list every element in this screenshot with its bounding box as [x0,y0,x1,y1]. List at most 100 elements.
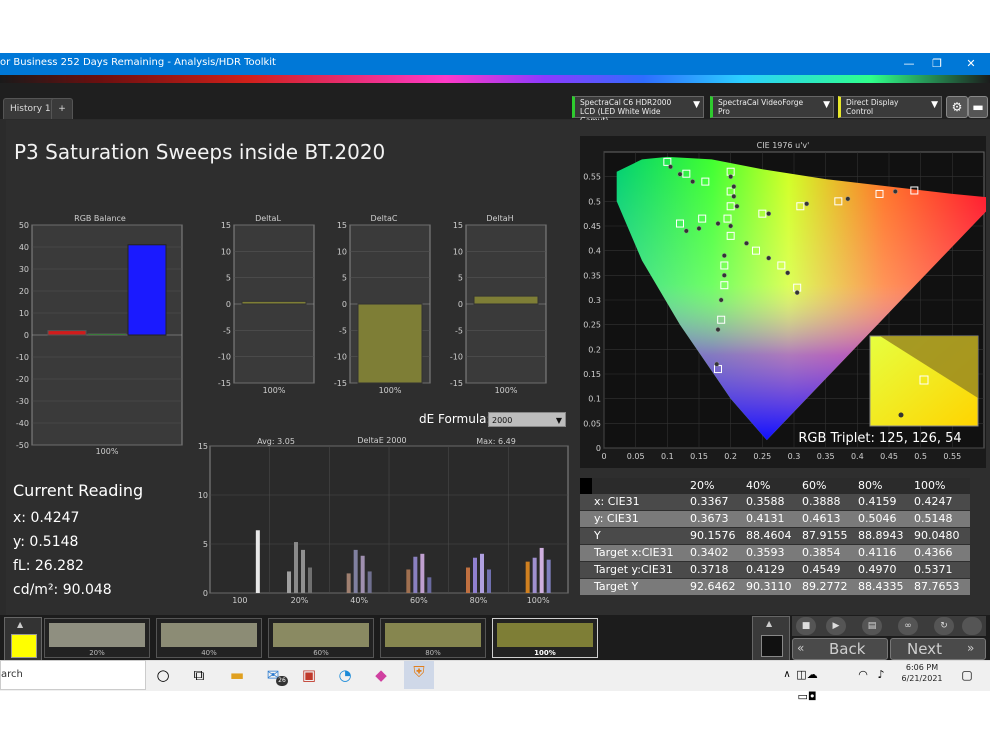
chevron-down-icon: ▼ [823,100,830,110]
y-tick-label: -15 [450,379,463,388]
security-shield-icon[interactable]: ⛨ [404,661,434,689]
chevron-up-icon: ▲ [17,620,24,629]
patch-swatch[interactable]: 20% [44,618,150,658]
x-tick-label: 0.15 [690,452,708,461]
tray-chevron-up-icon[interactable]: ∧ [776,664,798,686]
cie-diagram: CIE 1976 u'v' RGB Triplet: 125, 126, 54 … [580,136,986,468]
table-cell: 88.4604 [746,529,792,542]
y-tick-label: 0.3 [588,296,601,305]
deltae-bar [525,561,530,593]
deltae-bar [308,567,312,593]
deltae-bar [301,549,305,593]
green-bar [87,333,127,336]
y-tick-label: 5 [226,274,231,283]
patch-swatch[interactable]: 80% [380,618,486,658]
tab-history-1[interactable]: History 1 [3,98,58,119]
y-tick-label: 50 [19,221,29,230]
calman-icon[interactable]: ◆ [370,664,392,686]
patch-label: 60% [313,649,329,657]
deltae-bar [294,542,298,593]
deltal-chart: DeltaL 15 10 5 0 -5 -10 -15 100% [218,214,315,395]
loop-icon[interactable]: ∞ [898,617,918,635]
table-cell: 0.4159 [858,495,897,508]
y-tick-label: -50 [16,441,29,450]
measured-point [804,201,810,207]
notifications-icon[interactable]: ▢ [956,664,978,686]
reading-fl: fL: 26.282 [13,558,84,574]
measured-point [892,189,898,194]
back-label: Back [829,640,866,658]
cortana-icon[interactable]: ○ [152,664,174,686]
x-tick-label: 0.1 [661,452,674,461]
table-cell: 0.4131 [746,512,785,525]
row-label: Y [594,529,601,542]
record-icon[interactable] [962,617,982,635]
table-cell: 0.4366 [914,546,953,559]
edge-icon[interactable]: ◔ [334,664,356,686]
chevron-down-icon: ▼ [931,100,938,110]
y-tick-label: 5 [342,274,347,283]
patch-swatch[interactable]: 60% [268,618,374,658]
y-tick-label: 0.45 [583,222,601,231]
stop-icon[interactable]: ■ [796,617,816,635]
table-corner [580,478,592,494]
deltae-bar [413,556,418,593]
x-tick-label: 60% [410,596,428,605]
red-bar [47,330,87,336]
file-explorer-icon[interactable]: ▬ [226,664,248,686]
generator-dropdown[interactable]: SpectraCal VideoForge Pro ▼ [710,96,834,118]
table-cell: 87.9155 [802,529,848,542]
table-cell: 0.3718 [690,563,729,576]
x-tick-label: 0.05 [627,452,645,461]
save-icon[interactable]: ▤ [862,617,882,635]
de-formula-select[interactable]: 2000 ▼ [488,412,566,427]
settings-button[interactable]: ⚙ [946,96,968,118]
display-dropdown[interactable]: Direct Display Control ▼ [838,96,942,118]
measured-point [785,270,791,276]
measured-point [734,203,740,209]
deltae-bar [539,547,544,593]
y-tick-label: 0 [226,300,231,309]
patch-swatch[interactable]: 100% [492,618,598,658]
x-tick-label: 0 [601,452,606,461]
taskbar-clock[interactable]: 6:06 PM 6/21/2021 [892,662,952,684]
table-cell: 87.7653 [914,580,960,593]
patch-label: 100% [534,649,556,657]
meter-dropdown[interactable]: SpectraCal C6 HDR2000 LCD (LED White Wid… [572,96,704,125]
task-view-icon[interactable]: ⧉ [188,664,210,686]
stop-panel[interactable]: ▲ [752,616,790,662]
refresh-icon[interactable]: ↻ [934,617,954,635]
table-cell: 0.3402 [690,546,729,559]
table-cell: 88.4335 [858,580,904,593]
y-tick-label: -10 [334,353,347,362]
minimize-button[interactable]: — [896,55,922,73]
double-chevron-right-icon: » [967,641,975,655]
x-tick-label: 0.2 [724,452,737,461]
measured-point [721,272,727,278]
close-button[interactable]: ✕ [958,55,984,73]
patch-swatch[interactable]: 40% [156,618,262,658]
y-tick-label: -30 [16,397,29,406]
store-icon[interactable]: ▣ [298,664,320,686]
add-tab-button[interactable]: + [51,98,73,119]
measured-point [715,221,721,226]
x-tick-label: 100 [232,596,247,605]
volume-icon[interactable]: ♪ [870,664,892,686]
deltah-xlabel: 100% [495,386,518,395]
y-tick-label: -5 [223,326,231,335]
table-cell: 88.8943 [858,529,904,542]
minimize-panel-button[interactable]: ▬ [968,96,988,118]
table-cell: 0.3673 [690,512,729,525]
taskbar-search[interactable]: arch [0,660,146,690]
patch-label: 20% [89,649,105,657]
current-patch-panel[interactable]: ▲ [4,617,42,661]
table-header: 40% [746,479,771,492]
back-button[interactable]: « Back [792,638,888,660]
deltae-bar [466,567,470,593]
x-tick-label: 100% [527,596,550,605]
deltae-bar [367,571,372,593]
next-button[interactable]: Next » [890,638,986,660]
restore-button[interactable]: ❐ [924,55,950,73]
tray-icons[interactable]: ◫☁▭◘ [796,664,818,703]
play-icon[interactable]: ▶ [826,617,846,635]
